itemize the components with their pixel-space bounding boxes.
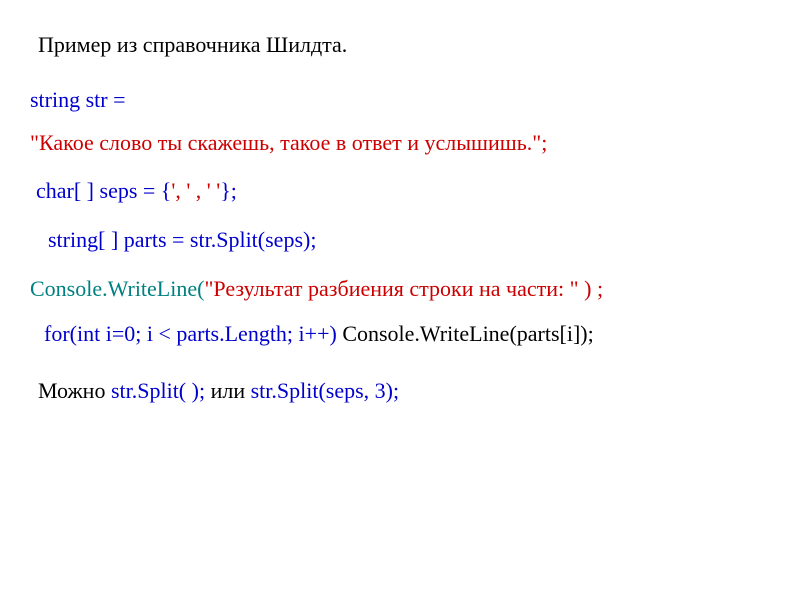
title-text: Пример из справочника Шилдта. <box>38 32 347 57</box>
code-line-2: string str = <box>30 85 770 116</box>
code-line-7: for(int i=0; i < parts.Length; i++) Cons… <box>44 319 770 350</box>
code-text-c: или <box>211 378 251 403</box>
code-text-c: }; <box>220 178 237 203</box>
code-text-a: for(int i=0; i < parts.Length; i++) <box>44 321 342 346</box>
code-text: string str = <box>30 87 126 112</box>
slide-title: Пример из справочника Шилдта. <box>38 30 770 61</box>
code-line-8: Можно str.Split( ); или str.Split(seps, … <box>38 376 770 407</box>
code-line-5: string[ ] parts = str.Split(seps); <box>48 225 770 256</box>
code-text-d: str.Split(seps, 3); <box>251 378 400 403</box>
code-text-a: Console.WriteLine( <box>30 276 204 301</box>
slide-content: Пример из справочника Шилдта. string str… <box>0 0 800 406</box>
code-line-4: char[ ] seps = {', ' , ' '}; <box>36 176 770 207</box>
code-text-b: "Результат разбиения строки на части: " … <box>204 276 603 301</box>
code-line-3: "Какое слово ты скажешь, такое в ответ и… <box>30 128 770 159</box>
code-text: string[ ] parts = str.Split(seps); <box>48 227 316 252</box>
code-line-6: Console.WriteLine("Результат разбиения с… <box>30 274 770 305</box>
code-text-a: char[ ] seps = { <box>36 178 171 203</box>
code-text-b: Console.WriteLine(parts[i]); <box>342 321 593 346</box>
code-text: "Какое слово ты скажешь, такое в ответ и… <box>30 130 547 155</box>
code-text-a: Можно <box>38 378 111 403</box>
code-text-b: str.Split( ); <box>111 378 211 403</box>
code-text-b: ', ' , ' ' <box>171 178 220 203</box>
